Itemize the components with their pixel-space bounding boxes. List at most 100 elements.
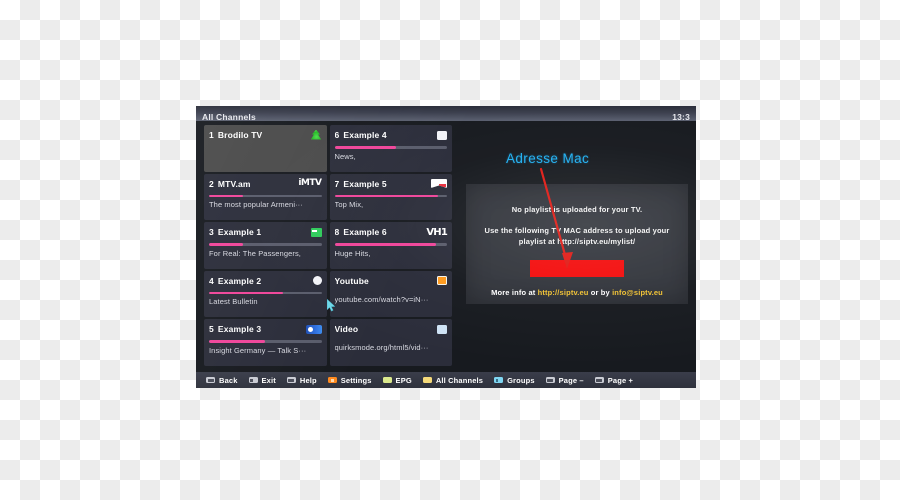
channel-name: Example 5	[343, 178, 387, 189]
mac-upload-instructions: Use the following TV MAC address to uplo…	[484, 226, 670, 246]
channel-description: The most popular Armeni···	[209, 200, 303, 209]
mac-address-redaction-box	[530, 260, 624, 277]
programme-progress-fill	[209, 291, 284, 294]
action-button-epg[interactable]: EPG	[382, 376, 412, 385]
more-info-middle: or by	[588, 288, 613, 297]
channel-tile-header: 3 Example 1	[209, 226, 322, 238]
channel-logo-text: iMTV	[298, 178, 322, 188]
channel-tile[interactable]: Video quirksmode.org/html5/vid···	[329, 319, 452, 366]
channel-description: Top Mix,	[334, 200, 364, 209]
channel-tile[interactable]: 6 Example 4 News,	[329, 125, 452, 172]
channel-number: 7	[334, 178, 340, 189]
channel-name: Example 6	[343, 227, 387, 237]
action-button-settings[interactable]: Settings	[327, 375, 372, 385]
info-panel: Adresse Mac No playlist is uploaded for …	[458, 125, 690, 368]
channel-tile[interactable]: Youtube youtube.com/watch?v=iN···	[329, 270, 452, 317]
channel-tile[interactable]: 4 Example 2 Latest Bulletin	[204, 270, 327, 317]
channel-title: 8 Example 6	[335, 227, 387, 237]
adresse-mac-annotation-label: Adresse Mac	[506, 151, 590, 166]
clock: 13:3	[672, 112, 690, 122]
mtv-logo: iMTV	[298, 178, 322, 189]
channel-grid: 1 Brodilo TV 6 Example 4 News, 2 MTV.am iMTV The…	[204, 125, 452, 368]
channel-number: 8	[334, 227, 340, 237]
channel-description: youtube.com/watch?v=iN···	[334, 294, 429, 304]
channel-title: 6 Example 4	[335, 130, 387, 140]
circle-logo	[305, 275, 322, 286]
remote-key-icon	[382, 377, 392, 383]
programme-progress-bar	[334, 146, 447, 149]
blue-badge-logo	[305, 324, 322, 335]
channel-number: 6	[334, 130, 340, 140]
channel-tile-header: 6 Example 4	[335, 129, 447, 141]
programme-progress-fill	[209, 340, 266, 343]
channel-title: 7 Example 5	[335, 179, 387, 189]
remote-key-icon	[422, 377, 432, 383]
remote-key-icon	[248, 377, 258, 383]
channel-tile-header: 5 Example 3	[209, 323, 322, 335]
channel-number: 5	[209, 324, 214, 334]
action-button-page[interactable]: Page +	[594, 375, 634, 385]
action-button-exit[interactable]: Exit	[248, 375, 276, 385]
channel-title: 2 MTV.am	[209, 179, 251, 189]
channel-title: Youtube	[335, 276, 369, 286]
channel-tile[interactable]: 5 Example 3 Insight Germany — Talk S···	[204, 319, 327, 366]
channel-name: Example 3	[217, 324, 262, 334]
remote-key-icon	[494, 377, 504, 383]
channel-name: Brodilo TV	[217, 130, 263, 140]
channel-number: 2	[209, 178, 214, 189]
channel-name: Example 2	[217, 275, 262, 286]
action-button-label: Exit	[261, 375, 276, 385]
remote-key-icon	[545, 377, 555, 383]
action-button-label: Page –	[558, 375, 584, 385]
channel-tile-header: Video	[335, 323, 447, 335]
action-button-page[interactable]: Page –	[545, 375, 584, 385]
channel-logo-text: VH1	[426, 226, 447, 238]
action-button-groups[interactable]: Groups	[494, 376, 535, 385]
more-info-line: More info at http://siptv.eu or by info@…	[466, 287, 688, 298]
status-bar: All Channels 13:3	[196, 106, 696, 122]
vh1-logo: VH1	[426, 227, 447, 238]
channel-number: 1	[209, 130, 214, 140]
action-button-label: Settings	[340, 375, 372, 385]
action-button-back[interactable]: Back	[206, 376, 238, 385]
action-button-label: Help	[299, 375, 317, 385]
tree-logo	[305, 129, 322, 141]
channel-number: 4	[209, 275, 214, 286]
channel-tile[interactable]: 2 MTV.am iMTV The most popular Armeni···	[204, 173, 327, 220]
red-banner-logo	[430, 178, 447, 189]
channel-description: For Real: The Passengers,	[209, 248, 301, 258]
channel-name: Youtube	[334, 275, 369, 286]
channel-tile[interactable]: 1 Brodilo TV	[204, 125, 327, 172]
lightblue-box-logo	[430, 324, 447, 335]
tv-screen-photo: All Channels 13:3 1 Brodilo TV 6 Example 4 N…	[196, 106, 696, 388]
channel-description: quirksmode.org/html5/vid···	[334, 343, 429, 352]
no-playlist-message: No playlist is uploaded for your TV.	[511, 205, 643, 214]
action-bar: Back Exit Help Settings EPG All Channels Group…	[196, 372, 696, 388]
channel-name: MTV.am	[217, 178, 251, 189]
channel-title: Video	[335, 324, 359, 334]
remote-key-icon	[594, 377, 604, 383]
action-button-label: Page +	[607, 375, 634, 385]
channel-tile-header: 4 Example 2	[209, 275, 322, 287]
channel-tile[interactable]: 7 Example 5 Top Mix,	[329, 173, 452, 220]
channel-tile-header: 1 Brodilo TV	[209, 129, 322, 141]
mouse-pointer-icon	[327, 299, 336, 312]
channel-tile[interactable]: 3 Example 1 For Real: The Passengers,	[204, 222, 327, 269]
channel-description: Huge Hits,	[334, 248, 371, 258]
white-box-logo	[430, 130, 447, 141]
remote-key-icon	[286, 377, 296, 383]
remote-key-icon	[327, 377, 337, 383]
action-button-all-channels[interactable]: All Channels	[422, 376, 483, 385]
programme-progress-bar	[334, 194, 447, 197]
action-button-label: Groups	[507, 375, 535, 385]
channel-name: Example 1	[217, 227, 262, 237]
programme-progress-bar	[209, 291, 322, 294]
action-button-help[interactable]: Help	[286, 375, 317, 385]
orange-box-logo	[430, 275, 447, 286]
channel-name: Video	[334, 324, 359, 334]
siptv-url: http://siptv.eu	[537, 288, 589, 297]
channel-description: News,	[334, 151, 356, 161]
programme-progress-fill	[334, 243, 436, 246]
channel-tile[interactable]: 8 Example 6 VH1 Huge Hits,	[329, 222, 452, 269]
programme-progress-bar	[209, 340, 322, 343]
